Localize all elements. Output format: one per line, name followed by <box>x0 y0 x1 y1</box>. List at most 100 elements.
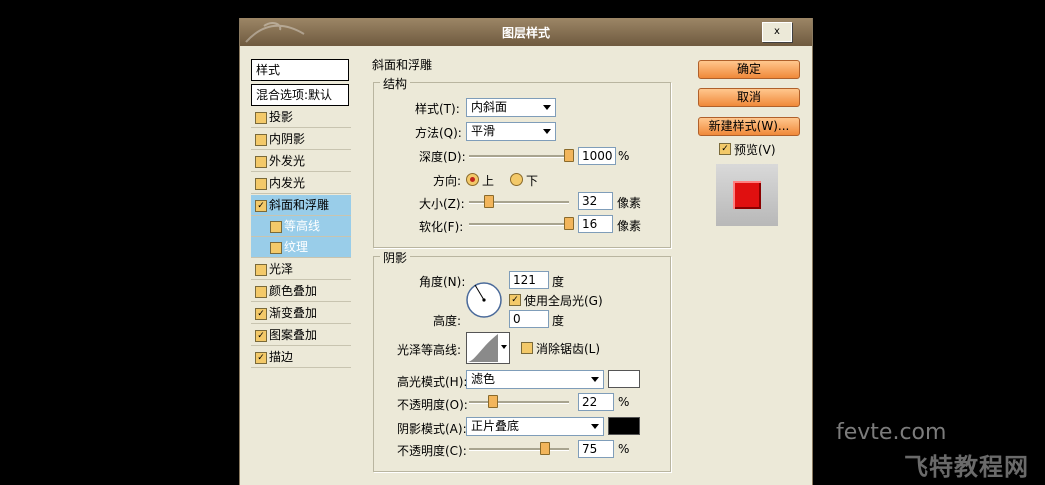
highlight-opacity-label: 不透明度(O): <box>397 398 468 412</box>
angle-unit: 度 <box>552 275 565 289</box>
style-item[interactable]: 纹理 <box>251 237 351 258</box>
soften-input[interactable]: 16 <box>578 215 613 233</box>
depth-label: 深度(D): <box>419 150 466 164</box>
cancel-button[interactable]: 取消 <box>698 88 800 107</box>
angle-input[interactable]: 121 <box>509 271 549 289</box>
style-item[interactable]: ✓ 图案叠加 <box>251 325 351 346</box>
ok-button[interactable]: 确定 <box>698 60 800 79</box>
style-item-checkbox[interactable]: ✓ <box>255 308 267 320</box>
depth-slider[interactable] <box>469 155 569 158</box>
depth-unit: % <box>618 149 630 163</box>
altitude-unit: 度 <box>552 314 565 328</box>
direction-down-radio[interactable] <box>510 173 523 186</box>
bevel-section-title: 斜面和浮雕 <box>372 58 433 72</box>
size-slider-thumb[interactable] <box>484 195 494 208</box>
depth-slider-thumb[interactable] <box>564 149 574 162</box>
size-label: 大小(Z): <box>419 197 465 211</box>
blending-options-item[interactable]: 混合选项:默认 <box>251 84 349 106</box>
title-bar[interactable]: 图层样式 x <box>240 18 812 46</box>
style-preview <box>716 164 778 226</box>
style-item-label: 内发光 <box>269 176 306 190</box>
soften-slider-thumb[interactable] <box>564 217 574 230</box>
preview-square <box>733 181 761 209</box>
dialog-title: 图层样式 <box>501 26 550 40</box>
style-item-checkbox[interactable] <box>255 178 267 190</box>
style-item-checkbox[interactable] <box>255 264 267 276</box>
shading-legend: 阴影 <box>380 249 411 266</box>
new-style-button[interactable]: 新建样式(W)... <box>698 117 800 136</box>
shadow-opacity-label: 不透明度(C): <box>397 444 467 458</box>
style-select[interactable]: 内斜面 <box>466 98 556 117</box>
highlight-mode-select[interactable]: 滤色 <box>466 370 604 389</box>
style-item-checkbox[interactable] <box>255 112 267 124</box>
style-item-checkbox[interactable] <box>255 156 267 168</box>
layer-style-dialog: 图层样式 x 样式 混合选项:默认 投影 内阴影 外发光 内发光 ✓ 斜面和浮雕 等高线 纹理… <box>239 18 813 485</box>
style-item-checkbox[interactable]: ✓ <box>255 352 267 364</box>
style-value: 内斜面 <box>471 100 508 114</box>
direction-label: 方向: <box>433 174 462 188</box>
technique-label: 方法(Q): <box>415 126 462 140</box>
contour-preview-icon <box>468 334 498 362</box>
size-input[interactable]: 32 <box>578 192 613 210</box>
shadow-opacity-thumb[interactable] <box>540 442 550 455</box>
style-item[interactable]: 等高线 <box>251 216 351 237</box>
style-item[interactable]: 外发光 <box>251 151 351 172</box>
chevron-down-icon <box>591 424 599 429</box>
style-item-checkbox[interactable] <box>255 134 267 146</box>
style-item-checkbox[interactable] <box>270 242 282 254</box>
direction-up-radio[interactable] <box>466 173 479 186</box>
watermark-url: fevte.com <box>836 420 947 445</box>
highlight-opacity-thumb[interactable] <box>488 395 498 408</box>
style-item-checkbox[interactable]: ✓ <box>255 200 267 212</box>
preview-label[interactable]: 预览(V) <box>734 141 776 158</box>
style-item-label: 内阴影 <box>269 132 306 146</box>
styles-list: 样式 混合选项:默认 投影 内阴影 外发光 内发光 ✓ 斜面和浮雕 等高线 纹理 光泽 颜色叠加 ✓… <box>251 59 351 477</box>
global-light-checkbox[interactable]: ✓ <box>509 294 521 306</box>
style-item[interactable]: 内阴影 <box>251 129 351 150</box>
chevron-down-icon <box>591 377 599 382</box>
preview-checkbox[interactable]: ✓ <box>719 143 731 155</box>
gloss-contour-label: 光泽等高线: <box>397 343 462 357</box>
radio-dot <box>470 177 475 182</box>
depth-input[interactable]: 1000 <box>578 147 616 165</box>
highlight-mode-value: 滤色 <box>471 372 496 386</box>
shadow-mode-value: 正片叠底 <box>471 419 520 433</box>
shadow-mode-select[interactable]: 正片叠底 <box>466 417 604 436</box>
styles-header[interactable]: 样式 <box>251 59 349 81</box>
soften-label: 软化(F): <box>419 220 464 234</box>
angle-dial[interactable] <box>465 281 503 319</box>
angle-label: 角度(N): <box>419 275 466 289</box>
direction-down-label[interactable]: 下 <box>526 172 538 189</box>
style-item[interactable]: 颜色叠加 <box>251 281 351 302</box>
style-item[interactable]: 光泽 <box>251 259 351 280</box>
style-item[interactable]: ✓ 描边 <box>251 347 351 368</box>
global-light-label[interactable]: 使用全局光(G) <box>524 292 603 309</box>
shadow-opacity-input[interactable]: 75 <box>578 440 614 458</box>
style-item[interactable]: 内发光 <box>251 173 351 194</box>
gloss-contour-picker[interactable] <box>466 332 510 364</box>
shadow-opacity-slider[interactable] <box>469 448 569 451</box>
highlight-opacity-slider[interactable] <box>469 401 569 404</box>
style-label: 样式(T): <box>415 102 460 116</box>
style-item-label: 渐变叠加 <box>269 306 318 320</box>
direction-up-label[interactable]: 上 <box>482 172 494 189</box>
style-item-checkbox[interactable]: ✓ <box>255 330 267 342</box>
technique-select[interactable]: 平滑 <box>466 122 556 141</box>
style-item-checkbox[interactable] <box>255 286 267 298</box>
antialias-label[interactable]: 消除锯齿(L) <box>536 340 600 357</box>
chevron-down-icon <box>501 345 507 349</box>
antialias-checkbox[interactable] <box>521 342 533 354</box>
style-item-checkbox[interactable] <box>270 221 282 233</box>
style-item[interactable]: ✓ 斜面和浮雕 <box>251 195 351 216</box>
style-item-label: 斜面和浮雕 <box>269 198 330 212</box>
highlight-color-swatch[interactable] <box>608 370 640 388</box>
style-item-label: 描边 <box>269 350 294 364</box>
altitude-input[interactable]: 0 <box>509 310 549 328</box>
style-item[interactable]: 投影 <box>251 107 351 128</box>
close-button[interactable]: x <box>762 22 792 42</box>
soften-slider[interactable] <box>469 223 569 226</box>
highlight-opacity-input[interactable]: 22 <box>578 393 614 411</box>
watermark-site-name: 飞特教程网 <box>904 453 1029 481</box>
style-item[interactable]: ✓ 渐变叠加 <box>251 303 351 324</box>
shadow-color-swatch[interactable] <box>608 417 640 435</box>
